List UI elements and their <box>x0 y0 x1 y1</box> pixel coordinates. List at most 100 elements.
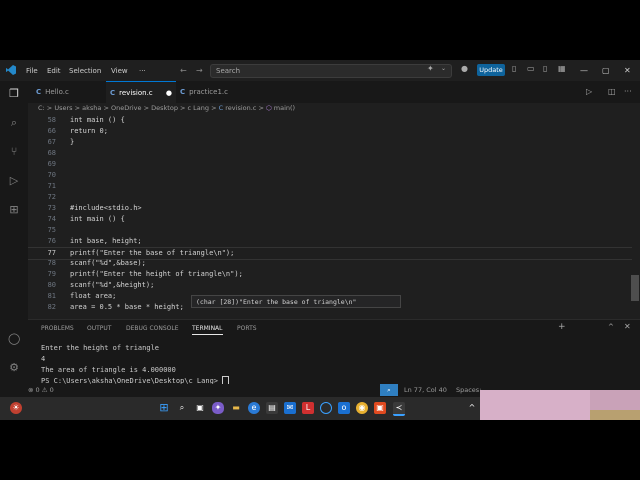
terminal-line: 4 <box>41 355 46 363</box>
windows-icon[interactable]: ⊞ <box>158 402 170 414</box>
cortana-icon[interactable] <box>320 402 332 414</box>
line-number: 79 <box>47 270 56 278</box>
errors-status[interactable]: ⊗ 0 ⚠ 0 <box>28 386 54 394</box>
screen: File Edit Selection View ··· ← → Search … <box>0 60 640 420</box>
line-number: 70 <box>47 171 56 179</box>
restore-icon[interactable]: ▢ <box>602 66 610 75</box>
close-icon[interactable]: ✕ <box>624 66 631 75</box>
indentation-status[interactable]: Spaces: <box>456 386 481 394</box>
code-line: 58 int main () { <box>28 115 632 126</box>
function-icon: ⬡ <box>265 104 272 112</box>
minimize-icon[interactable]: — <box>580 66 588 75</box>
accounts-icon[interactable]: ● <box>461 65 469 73</box>
run-debug-icon[interactable]: ▷ <box>8 175 20 187</box>
code-text: area = 0.5 * base * height; <box>70 303 184 311</box>
breadcrumb-item[interactable]: Users <box>54 104 72 112</box>
command-search-box[interactable]: Search <box>210 64 452 78</box>
unsaved-dot-icon[interactable]: ● <box>166 82 172 104</box>
close-panel-icon[interactable]: ✕ <box>624 322 631 331</box>
toggle-primary-sidebar-icon[interactable]: ▯ <box>512 65 520 73</box>
menu-view[interactable]: View <box>111 67 128 75</box>
forward-arrow-icon[interactable]: → <box>196 66 203 75</box>
warning-count: 0 <box>49 386 54 394</box>
toggle-secondary-sidebar-icon[interactable]: ▯ <box>543 65 551 73</box>
split-editor-icon[interactable]: ◫ <box>608 87 616 96</box>
tab-practice1-c[interactable]: Cpractice1.c <box>180 81 260 103</box>
breadcrumb-item[interactable]: revision.c <box>225 104 256 112</box>
c-file-icon: C <box>110 89 116 97</box>
breadcrumb-item[interactable]: OneDrive <box>111 104 142 112</box>
office-icon[interactable]: ▣ <box>374 402 386 414</box>
copilot-icon[interactable]: ✦ <box>212 402 224 414</box>
code-line: 67} <box>28 137 632 148</box>
chrome-icon[interactable]: ◉ <box>356 402 368 414</box>
zoom-icon[interactable]: ⌕ <box>380 384 398 396</box>
tab-problems[interactable]: PROBLEMS <box>41 325 74 332</box>
weather-widget-icon[interactable]: ☀ <box>10 402 22 414</box>
task-view-icon[interactable]: ▣ <box>194 402 206 414</box>
breadcrumb-item[interactable]: c Lang <box>188 104 210 112</box>
breadcrumb-item[interactable]: C: <box>38 104 45 112</box>
menu-file[interactable]: File <box>26 67 38 75</box>
tab-output[interactable]: OUTPUT <box>87 325 111 332</box>
tab-revision-c[interactable]: Crevision.c ● <box>106 81 176 104</box>
run-code-icon[interactable]: ▷ <box>586 87 592 96</box>
tab-debug-console[interactable]: DEBUG CONSOLE <box>126 325 179 332</box>
more-actions-icon[interactable]: ··· <box>624 87 632 96</box>
line-number: 73 <box>47 204 56 212</box>
source-control-icon[interactable]: ⑂ <box>8 146 20 158</box>
extensions-icon[interactable]: ⊞ <box>8 204 20 216</box>
c-file-icon: C <box>180 88 186 96</box>
code-text: return 0; <box>70 127 108 135</box>
hover-tooltip: (char [28])"Enter the base of triangle\n… <box>191 295 401 308</box>
line-number: 81 <box>47 292 56 300</box>
outlook-icon[interactable]: o <box>338 402 350 414</box>
code-line: 70 <box>28 170 632 181</box>
account-icon[interactable]: ◯ <box>8 333 20 345</box>
search-icon[interactable]: ⌕ <box>176 402 188 414</box>
menu-more[interactable]: ··· <box>139 67 146 75</box>
code-line: 69 <box>28 159 632 170</box>
search-placeholder: Search <box>216 67 241 75</box>
tab-label: revision.c <box>119 89 153 97</box>
copilot-icon[interactable]: ✦ <box>427 65 435 73</box>
maximize-panel-icon[interactable]: ^ <box>608 323 614 331</box>
code-text: scanf("%d",&height); <box>70 281 155 289</box>
webcam-overlay <box>480 390 640 420</box>
edge-icon[interactable]: e <box>248 402 260 414</box>
code-line: 73 #include<stdio.h> <box>28 203 632 214</box>
cursor-position[interactable]: Ln 77, Col 40 <box>404 386 447 394</box>
code-line: 71 <box>28 181 632 192</box>
menu-selection[interactable]: Selection <box>69 67 101 75</box>
chevron-down-icon[interactable]: ⌄ <box>441 65 449 73</box>
code-text: float area; <box>70 292 117 300</box>
editor-tabs: C Hello.c Crevision.c ● Cpractice1.c ▷ ◫ ·… <box>28 81 640 104</box>
file-explorer-icon[interactable]: ▬ <box>230 402 242 414</box>
l-app-icon[interactable]: L <box>302 402 314 414</box>
tab-ports[interactable]: PORTS <box>237 325 257 332</box>
store-icon[interactable]: ▤ <box>266 402 278 414</box>
code-text: int base, height; <box>70 237 142 245</box>
search-icon[interactable]: ⌕ <box>8 117 20 129</box>
new-terminal-icon[interactable]: + <box>558 322 566 332</box>
toggle-panel-icon[interactable]: ▭ <box>527 65 535 73</box>
settings-gear-icon[interactable]: ⚙ <box>8 362 20 374</box>
back-arrow-icon[interactable]: ← <box>180 66 187 75</box>
breadcrumb-item[interactable]: aksha <box>82 104 101 112</box>
tab-terminal[interactable]: TERMINAL <box>192 325 223 335</box>
explorer-icon[interactable]: ❐ <box>8 88 20 100</box>
tab-hello-c[interactable]: C Hello.c <box>36 81 106 103</box>
menu-edit[interactable]: Edit <box>47 67 61 75</box>
error-count: 0 <box>35 386 40 394</box>
code-line: 75 <box>28 225 632 236</box>
line-number: 72 <box>47 193 56 201</box>
breadcrumb-item[interactable]: Desktop <box>151 104 178 112</box>
update-button[interactable]: Update <box>477 64 505 76</box>
vscode-icon[interactable]: ≺ <box>393 402 405 416</box>
customize-layout-icon[interactable]: ▦ <box>558 65 566 73</box>
editor-scrollbar[interactable] <box>631 275 639 301</box>
mail-icon[interactable]: ✉ <box>284 402 296 414</box>
terminal-line: The area of triangle is 4.000000 <box>41 366 176 374</box>
breadcrumb-item[interactable]: main() <box>274 104 295 112</box>
chevron-up-icon[interactable]: ^ <box>466 402 478 414</box>
